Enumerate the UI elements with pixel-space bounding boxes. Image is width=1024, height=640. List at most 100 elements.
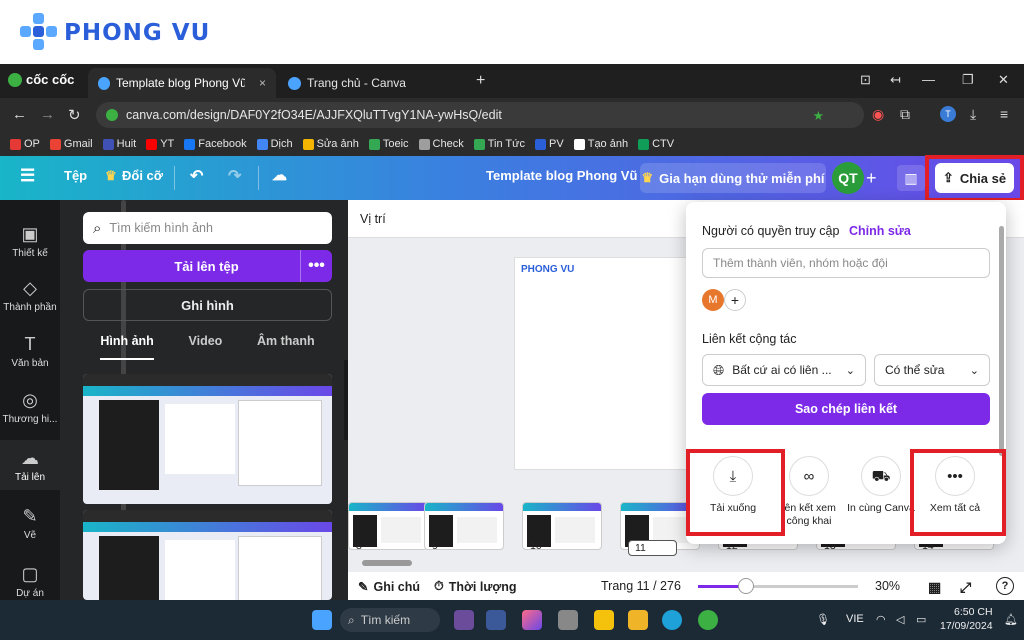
member-avatar[interactable]: M — [702, 289, 724, 311]
tab-canva-design[interactable]: Template blog Phong Vũ - 14 × — [88, 68, 276, 98]
rail-item[interactable]: ◇ Thành phần — [0, 270, 60, 320]
tab-canva-home[interactable]: Trang chủ - Canva — [278, 68, 458, 98]
link-access-dropdown[interactable]: 🌐︎ Bất cứ ai có liên ... ⌄ — [702, 354, 866, 386]
bookmark-item[interactable]: Huit — [102, 138, 136, 150]
hamburger-icon[interactable]: ☰ — [20, 166, 35, 186]
site-info-icon[interactable] — [106, 109, 118, 121]
zoom-knob[interactable] — [738, 578, 754, 594]
print-with-canva-option[interactable]: ⛟ In cùng Canva — [842, 456, 920, 515]
address-bar[interactable]: canva.com/design/DAF0Y2fO34E/AJJFXQluTTv… — [96, 102, 864, 128]
bookmark-item[interactable]: PV — [535, 138, 564, 150]
duration-button[interactable]: ⏱ Thời lượng — [434, 579, 517, 594]
file-menu[interactable]: Tệp — [64, 168, 87, 183]
notes-app-icon[interactable] — [594, 610, 614, 630]
rail-item[interactable]: ✎ Vẽ — [0, 498, 60, 548]
add-member-input[interactable]: Thêm thành viên, nhóm hoặc đội — [702, 248, 990, 278]
minimize-icon[interactable]: — — [922, 72, 935, 87]
design-page[interactable]: PHONG VU — [514, 257, 694, 470]
menu-icon[interactable]: ≡ — [1000, 106, 1008, 122]
mic-icon[interactable]: 🎙︎ — [816, 613, 830, 626]
bookmark-item[interactable]: YT — [146, 138, 174, 150]
design-title[interactable]: Template blog Phong Vũ — [486, 168, 637, 183]
notes-button[interactable]: ✎ Ghi chú — [358, 579, 420, 595]
cloud-save-icon[interactable]: ☁ — [272, 166, 287, 184]
close-window-icon[interactable]: ✕ — [998, 72, 1009, 88]
bookmark-item[interactable]: OP — [10, 138, 40, 150]
close-tab-icon[interactable]: × — [259, 76, 266, 90]
page-number[interactable]: 9 — [432, 540, 438, 552]
uploaded-image[interactable] — [83, 374, 332, 504]
app-icon[interactable] — [454, 610, 474, 630]
search-input[interactable]: ⌕ Tìm kiếm hình ảnh — [83, 212, 332, 244]
fullscreen-icon[interactable]: ⤢ — [960, 579, 971, 596]
profile-avatar[interactable]: T — [940, 106, 956, 122]
bookmark-item[interactable]: Check — [418, 138, 464, 150]
resize-menu[interactable]: Đổi cỡ — [122, 168, 163, 183]
tab-audio[interactable]: Âm thanh — [257, 334, 315, 360]
see-all-option[interactable]: ••• Xem tất cả — [916, 456, 994, 515]
wifi-icon[interactable]: ◠ — [876, 613, 886, 626]
undo-icon[interactable]: ↶ — [190, 166, 203, 186]
maximize-icon[interactable]: ❐ — [962, 72, 974, 88]
taskbar-search[interactable]: ⌕ Tìm kiếm — [340, 608, 440, 632]
more-options-icon[interactable]: ••• — [300, 250, 332, 282]
edge-icon[interactable] — [662, 610, 682, 630]
page-number[interactable]: 11 — [628, 540, 677, 556]
download-option[interactable]: ⤓ Tải xuống — [694, 456, 772, 515]
redo-icon[interactable]: ↷ — [228, 166, 241, 186]
rail-item[interactable]: ☁ Tải lên — [0, 440, 60, 490]
new-tab-button[interactable]: + — [476, 72, 485, 90]
screenshot-icon[interactable]: ⊡ — [860, 72, 871, 88]
public-view-link-option[interactable]: ∞ iên kết xem công khai — [770, 456, 848, 528]
horizontal-scrollbar[interactable] — [362, 560, 412, 566]
extension-icon[interactable]: ◉ — [872, 106, 884, 123]
grid-view-icon[interactable]: ▦ — [928, 579, 941, 596]
back-icon[interactable]: ← — [12, 106, 27, 123]
record-button[interactable]: Ghi hình — [83, 289, 332, 321]
copy-link-button[interactable]: Sao chép liên kết — [702, 393, 990, 425]
add-person-icon[interactable]: + — [866, 168, 877, 189]
share-button[interactable]: ⇪ Chia sẻ — [935, 163, 1014, 193]
popup-scrollbar[interactable] — [999, 226, 1004, 456]
position-button[interactable]: Vị trí — [360, 212, 386, 226]
add-member-icon[interactable]: + — [724, 289, 746, 311]
start-icon[interactable] — [312, 610, 332, 630]
upload-files-button[interactable]: Tải lên tệp ••• — [83, 250, 332, 282]
copilot-icon[interactable] — [522, 610, 542, 630]
browser-brand[interactable]: cốc cốc — [8, 72, 74, 87]
reload-icon[interactable]: ↻ — [68, 106, 81, 124]
rail-item[interactable]: ▣ Thiết kế — [0, 216, 60, 266]
tab-video[interactable]: Video — [189, 334, 223, 360]
bookmark-star-icon[interactable]: ★ — [813, 108, 824, 123]
volume-icon[interactable]: ◁ — [896, 613, 904, 626]
download-icon[interactable]: ⤓ — [970, 106, 976, 123]
page-number[interactable]: 8 — [356, 540, 362, 552]
analytics-icon[interactable]: ▥ — [897, 165, 925, 191]
avatar[interactable]: QT — [832, 162, 864, 194]
rail-item[interactable]: T Văn bản — [0, 326, 60, 376]
language-indicator[interactable]: VIE — [846, 613, 864, 625]
bookmark-item[interactable]: Tin Tức — [473, 138, 525, 150]
battery-icon[interactable]: ▭ — [916, 613, 926, 626]
page-indicator[interactable]: Trang 11 / 276 — [601, 579, 681, 593]
zoom-value[interactable]: 30% — [875, 579, 900, 593]
tab-images[interactable]: Hình ảnh — [100, 334, 154, 360]
clock[interactable]: 6:50 CH 17/09/2024 — [940, 605, 993, 633]
zoom-slider[interactable] — [698, 578, 858, 594]
rail-item[interactable]: ▢ Dự án — [0, 556, 60, 606]
coccoc-icon[interactable] — [698, 610, 718, 630]
edit-access-link[interactable]: Chỉnh sửa — [849, 224, 911, 238]
app-icon[interactable] — [486, 610, 506, 630]
extensions-puzzle-icon[interactable]: ⧉ — [900, 106, 910, 123]
help-icon[interactable]: ? — [996, 577, 1014, 595]
permission-dropdown[interactable]: Có thể sửa ⌄ — [874, 354, 990, 386]
page-number[interactable]: 10 — [530, 540, 542, 552]
file-explorer-icon[interactable] — [628, 610, 648, 630]
rail-item[interactable]: ◎ Thương hi... — [0, 382, 60, 432]
bookmark-item[interactable]: Toeic — [368, 138, 409, 150]
uploaded-image[interactable] — [83, 510, 332, 600]
forward-icon[interactable]: → — [40, 106, 55, 123]
bookmark-item[interactable]: CTV — [638, 138, 674, 150]
bookmark-item[interactable]: Gmail — [49, 138, 93, 150]
bookmark-item[interactable]: Dịch — [256, 138, 293, 150]
